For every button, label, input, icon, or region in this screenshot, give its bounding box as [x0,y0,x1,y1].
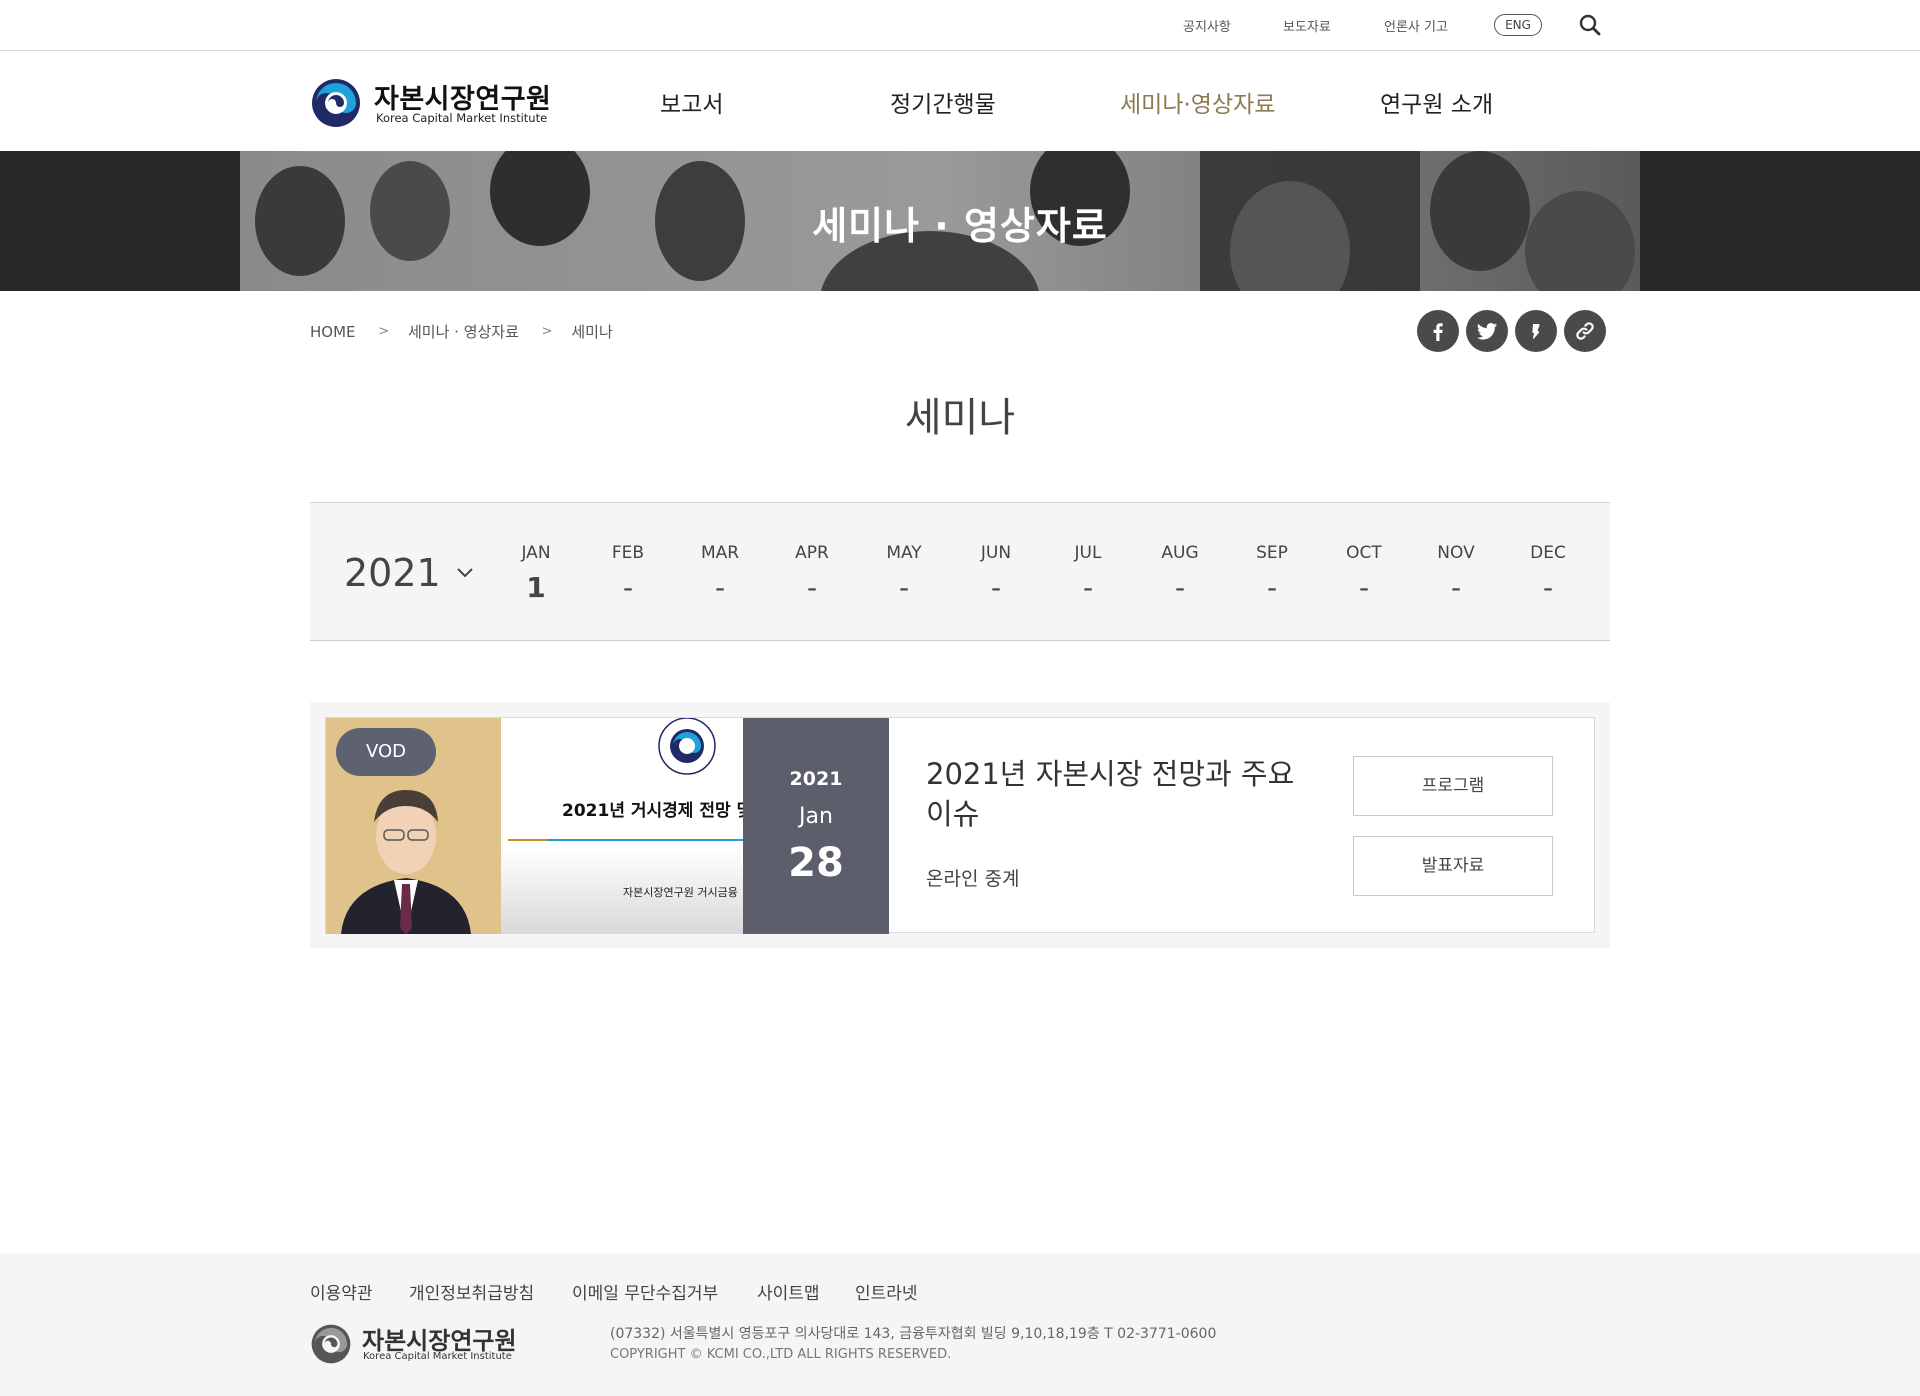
footer-link-intranet[interactable]: 인트라넷 [855,1279,918,1304]
chevron-right-icon: > [378,324,390,339]
util-link-notice[interactable]: 공지사항 [1183,16,1231,35]
month-mar[interactable]: MAR - [685,543,755,604]
month-jan[interactable]: JAN 1 [501,543,571,604]
seminar-date: 2021 Jan 28 [743,718,889,934]
hero-banner: 세미나 · 영상자료 [0,151,1920,291]
gnb-item-seminars[interactable]: 세미나·영상자료 [1120,85,1275,119]
program-button[interactable]: 프로그램 [1353,756,1553,816]
seminar-card: VOD 2021년 거시경제 전망 및 자본시장연구원 거시금융 2021 Ja… [325,717,1595,934]
seminar-list: VOD 2021년 거시경제 전망 및 자본시장연구원 거시금융 2021 Ja… [310,702,1610,948]
month-oct[interactable]: OCT - [1329,543,1399,604]
month-jul[interactable]: JUL - [1053,543,1123,604]
date-day: 28 [788,840,844,886]
search-icon[interactable] [1578,13,1602,37]
year-select[interactable]: 2021 [344,551,474,597]
kcmi-logo-gray-icon [311,1324,351,1364]
vod-badge: VOD [336,728,436,776]
link-icon[interactable] [1564,310,1606,352]
seminar-thumbnail[interactable]: VOD 2021년 거시경제 전망 및 자본시장연구원 거시금융 [326,718,743,934]
eng-button[interactable]: ENG [1494,14,1542,36]
site-footer: 이용약관 개인정보취급방침 이메일 무단수집거부 사이트맵 인트라넷 자본시장연… [0,1253,1920,1396]
footer-link-email-policy[interactable]: 이메일 무단수집거부 [572,1279,718,1304]
footer-logo: 자본시장연구원 Korea Capital Market Institute [310,1321,520,1369]
breadcrumb: HOME > 세미나 · 영상자료 > 세미나 [310,321,613,342]
year-value: 2021 [344,551,441,595]
gnb-item-about[interactable]: 연구원 소개 [1380,85,1493,119]
footer-copyright: COPYRIGHT © KCMI CO.,LTD ALL RIGHTS RESE… [610,1347,952,1362]
gnb-item-reports[interactable]: 보고서 [660,85,723,119]
month-may[interactable]: MAY - [869,543,939,604]
date-year: 2021 [789,768,843,790]
util-link-press[interactable]: 보도자료 [1283,16,1331,35]
footer-link-privacy[interactable]: 개인정보취급방침 [409,1279,534,1304]
breadcrumb-home[interactable]: HOME [310,323,356,341]
kakao-story-icon[interactable] [1515,310,1557,352]
seminar-broadcast-type: 온라인 중계 [926,868,1020,890]
facebook-icon[interactable] [1417,310,1459,352]
breadcrumb-seminar[interactable]: 세미나 [571,321,612,342]
kcmi-logo-icon [312,79,360,127]
footer-logo-name-en: Korea Capital Market Institute [363,1351,512,1362]
utility-bar: 공지사항 보도자료 언론사 기고 ENG [0,0,1920,51]
util-link-column[interactable]: 언론사 기고 [1384,16,1448,35]
month-dec[interactable]: DEC - [1513,543,1583,604]
breadcrumb-seminars-video[interactable]: 세미나 · 영상자료 [408,321,519,342]
logo-name-en: Korea Capital Market Institute [376,111,548,125]
chevron-down-icon [457,568,473,578]
month-jun[interactable]: JUN - [961,543,1031,604]
month-filter: 2021 JAN 1 FEB - MAR - APR - MAY - JUN - JUL - … [310,502,1610,641]
thumbnail-subcaption: 자본시장연구원 거시금융 [623,886,738,899]
footer-link-sitemap[interactable]: 사이트맵 [757,1279,820,1304]
twitter-icon[interactable] [1466,310,1508,352]
seminar-title[interactable]: 2021년 자본시장 전망과 주요 이슈 [926,754,1326,834]
chevron-right-icon: > [541,324,553,339]
month-feb[interactable]: FEB - [593,543,663,604]
month-sep[interactable]: SEP - [1237,543,1307,604]
month-aug[interactable]: AUG - [1145,543,1215,604]
footer-address: (07332) 서울특별시 영등포구 의사당대로 143, 금융투자협회 빌딩 … [610,1326,1217,1342]
hero-title: 세미나 · 영상자료 [812,204,1108,248]
page-title: 세미나 [904,395,1016,441]
month-apr[interactable]: APR - [777,543,847,604]
footer-link-terms[interactable]: 이용약관 [310,1279,373,1304]
presentation-materials-button[interactable]: 발표자료 [1353,836,1553,896]
thumbnail-caption: 2021년 거시경제 전망 및 [562,801,743,821]
date-month: Jan [799,804,833,829]
main-header: 자본시장연구원 Korea Capital Market Institute 보… [0,51,1920,151]
site-logo[interactable]: 자본시장연구원 Korea Capital Market Institute [310,73,560,133]
month-nov[interactable]: NOV - [1421,543,1491,604]
gnb-item-periodicals[interactable]: 정기간행물 [890,85,996,119]
